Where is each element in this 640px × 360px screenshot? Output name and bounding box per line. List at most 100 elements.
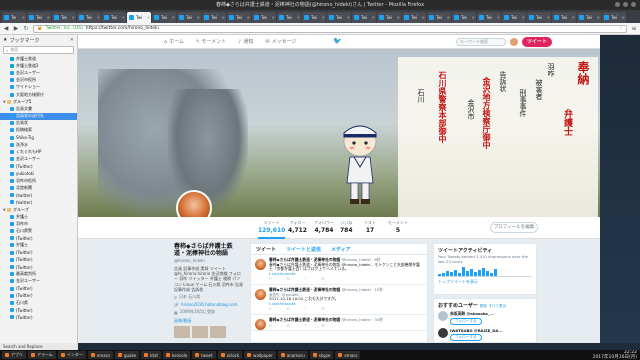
tweet-avatar[interactable] (255, 288, 266, 300)
bookmark-item[interactable]: (Twitter) (0, 314, 77, 321)
bookmark-item[interactable]: 告発文書 (0, 105, 77, 112)
reco-name[interactable]: 赤坂英幹 @akasaka_... (450, 311, 532, 317)
browser-tab[interactable]: Twi ✕ (377, 12, 401, 23)
nav-home[interactable]: ⌂ ホーム (164, 38, 184, 46)
browser-tab[interactable]: Twi ✕ (552, 12, 576, 23)
browser-tab[interactable]: Twi ✕ (602, 12, 626, 23)
reply-icon[interactable]: ↩ (269, 323, 272, 329)
browser-tab[interactable]: Twi ✕ (452, 12, 476, 23)
taskbar-item[interactable]: konsole (162, 351, 191, 359)
bookmark-item[interactable]: 石川県 (0, 299, 77, 306)
message-icon[interactable]: ✉ (321, 307, 324, 312)
close-tab-icon[interactable]: ✕ (497, 15, 500, 20)
browser-tab[interactable]: Twi ✕ (577, 12, 601, 23)
reply-icon[interactable]: ↩ (269, 307, 272, 312)
bookmark-item[interactable]: 弁護士 (0, 242, 77, 249)
bookmark-item[interactable]: (Twitter) (0, 249, 77, 256)
bookmark-item[interactable]: 弁護士鉄道 (0, 55, 77, 62)
browser-tab[interactable]: Twi ✕ (527, 12, 551, 23)
site-identity[interactable]: Twitter, Inc. (US) (46, 26, 83, 31)
bookmark-item[interactable]: (Twitter) (0, 256, 77, 263)
close-tab-icon[interactable]: ✕ (172, 15, 175, 20)
tweet-avatar[interactable] (255, 318, 266, 330)
close-tab-icon[interactable]: ✕ (247, 15, 250, 20)
reco-user[interactable]: IWATSUBO @RAIZE_DA... フォローする (438, 328, 532, 343)
tab-media[interactable]: メディア (331, 246, 351, 253)
bookmark-item[interactable]: 羽咋市 (0, 220, 77, 227)
taskbar-item[interactable]: ktxt (141, 351, 161, 359)
tweet-avatar[interactable] (255, 259, 266, 270)
nav-messages[interactable]: ✉ メッセージ (265, 38, 296, 46)
bookmark-search-input[interactable]: ⌕ 検索 (3, 46, 74, 54)
clock[interactable]: 22:22 2017年10月16日(月) (593, 350, 637, 360)
browser-tab[interactable]: Twi ✕ (302, 12, 326, 23)
browser-tab[interactable]: Twi ✕ (402, 12, 426, 23)
bookmark-item[interactable]: Shiko-Tig (0, 134, 77, 141)
tab-tweets-replies[interactable]: ツイートと返信 (286, 246, 321, 253)
close-tab-icon[interactable]: ✕ (222, 15, 225, 20)
browser-tab[interactable]: Twi ✕ (27, 12, 51, 23)
bookmark-item[interactable]: (Twitter) (0, 285, 77, 292)
close-tab-icon[interactable]: ✕ (372, 15, 375, 20)
bookmark-item[interactable]: 弁護士鉄道2 (0, 62, 77, 69)
bookmark-item[interactable]: 石川県警 (0, 228, 77, 235)
url-text[interactable]: https://twitter.com/hirono_hideki (86, 26, 159, 31)
browser-tab[interactable]: Twi ✕ (152, 12, 176, 23)
bookmark-item[interactable]: 金沢ユーザー (0, 69, 77, 76)
bookmark-folder[interactable]: ▼ グループ5 (0, 98, 77, 105)
like-icon[interactable]: ♡ (304, 307, 308, 312)
bookmark-folder[interactable]: ▼ グループ (0, 206, 77, 213)
bookmark-item[interactable]: (Twitter) (0, 292, 77, 299)
stat-5[interactable]: モーメント 5 (388, 220, 408, 234)
close-tab-icon[interactable]: ✕ (572, 15, 575, 20)
bookmark-item[interactable]: 洗浄水 (0, 141, 77, 148)
browser-tab[interactable]: Tw ✕ (2, 12, 26, 23)
browser-tab[interactable]: Twi ✕ (127, 12, 151, 23)
browser-tab[interactable]: Twi ✕ (202, 12, 226, 23)
bookmark-item[interactable]: 弁護士 (0, 213, 77, 220)
tweet-link[interactable]: t.co/xhironote (269, 271, 423, 277)
bookmark-item[interactable]: 告訴状の送付先 (0, 112, 77, 120)
profile-link-text[interactable]: hirono2016.hatenablog.com (181, 302, 238, 307)
browser-tab[interactable]: Twi ✕ (227, 12, 251, 23)
reload-button[interactable]: ↻ (23, 25, 29, 32)
bookmark-item[interactable]: 羽咋市役所 (0, 177, 77, 184)
reco-avatar[interactable] (438, 311, 448, 321)
bookmark-item[interactable]: 金沢ユーザー (0, 156, 77, 163)
taskbar-item[interactable]: インター (57, 351, 86, 359)
nav-moments[interactable]: ϟ モーメント (196, 38, 226, 46)
reco-view-all-link[interactable]: すべて表示 (489, 304, 507, 308)
bookmark-item[interactable]: (twitter) (0, 199, 77, 206)
taskbar-item[interactable]: guake (114, 351, 140, 359)
url-bar[interactable]: 🔒 Twitter, Inc. (US) https://twitter.com… (33, 24, 627, 33)
bookmark-item[interactable]: 告発状 (0, 120, 77, 127)
browser-tab[interactable]: Twi ✕ (427, 12, 451, 23)
close-tab-icon[interactable]: ✕ (447, 15, 450, 20)
close-tab-icon[interactable]: ✕ (197, 15, 200, 20)
browser-tab[interactable]: Twi ✕ (327, 12, 351, 23)
tweet-author[interactable]: 春柿◆さらば弁護士鉄道・泥棒神社の物語 (269, 317, 340, 322)
message-icon[interactable]: ✉ (321, 277, 324, 282)
bookmark-item[interactable]: yukiotoki (0, 170, 77, 177)
close-tab-icon[interactable]: ✕ (547, 15, 550, 20)
forward-button[interactable]: ▶ (13, 25, 19, 32)
taskbar-item[interactable]: tweet (192, 351, 216, 359)
browser-tab[interactable]: Twi ✕ (477, 12, 501, 23)
close-tab-icon[interactable]: ✕ (122, 15, 125, 20)
browser-tab[interactable]: Twi ✕ (252, 12, 276, 23)
close-tab-icon[interactable]: ✕ (522, 15, 525, 20)
photo-thumb[interactable] (210, 326, 226, 339)
tweet-link[interactable]: t.co/xhironote (269, 301, 423, 307)
close-tab-icon[interactable]: ✕ (622, 15, 625, 20)
menu-icon[interactable]: ≡ (631, 25, 637, 32)
like-icon[interactable]: ♡ (304, 277, 308, 282)
close-sidebar-icon[interactable]: ✕ (70, 37, 74, 43)
photo-thumb[interactable] (174, 326, 190, 339)
close-tab-icon[interactable]: ✕ (597, 15, 600, 20)
taskbar-item[interactable]: アラーム (28, 351, 56, 359)
twitter-search-input[interactable]: キーワード検索 (456, 38, 506, 46)
stat-0[interactable]: ツイート 129,610 (258, 220, 286, 239)
taskbar-item[interactable]: xclock (217, 351, 243, 359)
stat-4[interactable]: リスト 17 (364, 220, 376, 234)
stat-1[interactable]: フォロー 4,712 (288, 220, 307, 234)
